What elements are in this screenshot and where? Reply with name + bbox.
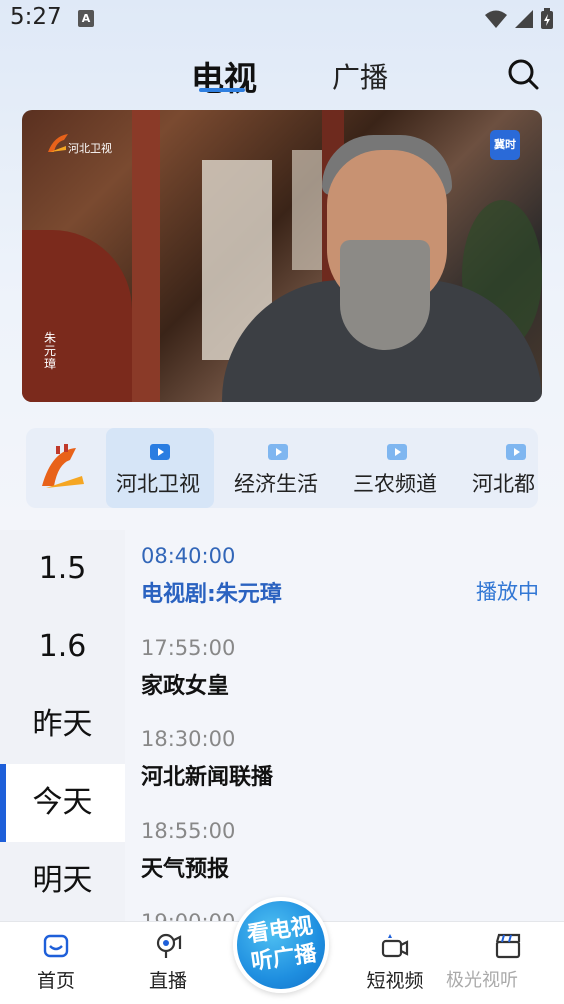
program-title: 家政女皇 — [141, 674, 230, 699]
tab-radio[interactable]: 广播 — [332, 56, 388, 96]
program-time: 17:55:00 — [141, 636, 236, 660]
center-button-label: 看电视听广播 — [245, 913, 319, 976]
channel-tab[interactable]: 河北都 — [462, 428, 538, 508]
nav-live-label: 直播 — [148, 970, 187, 992]
program-item[interactable]: 18:55:00 天气预报 — [141, 819, 551, 883]
watch-tv-listen-radio-button[interactable]: 看电视听广播 — [233, 897, 329, 993]
date-item[interactable]: 1.5 — [0, 530, 125, 608]
video-caption: 朱元璋 — [44, 331, 57, 371]
status-time: 5:27 — [10, 4, 62, 30]
date-item[interactable]: 明天 — [0, 842, 125, 920]
program-title: 河北新闻联播 — [141, 765, 274, 790]
tv-play-icon — [506, 444, 526, 460]
status-bar: 5:27 A — [0, 0, 564, 40]
date-list: 1.5 1.6 昨天 今天 明天 — [0, 530, 125, 922]
notification-icon: A — [78, 10, 94, 27]
nav-short-video[interactable]: 短视频 — [345, 922, 445, 1004]
wifi-icon — [485, 10, 507, 28]
tab-tv[interactable]: 电视 — [191, 52, 257, 100]
corner-badge: 冀时 — [490, 130, 520, 160]
tv-play-icon — [387, 444, 407, 460]
channel-logo-text: 河北卫视 — [68, 142, 112, 155]
home-icon — [43, 934, 69, 958]
channel-tab[interactable]: 三农频道 — [343, 428, 451, 508]
program-item[interactable]: 08:40:00 电视剧:朱元璋 播放中 — [141, 544, 551, 608]
video-player[interactable]: 河北卫视 冀时 朱元璋 — [22, 110, 542, 402]
top-tabs: 电视 广播 — [0, 48, 564, 100]
status-icons — [484, 8, 554, 30]
playing-status: 播放中 — [476, 580, 539, 604]
hebei-tv-logo-icon — [42, 444, 84, 488]
nav-home[interactable]: 首页 — [6, 922, 106, 1004]
nav-short-video-label: 短视频 — [366, 970, 424, 992]
program-time: 08:40:00 — [141, 544, 236, 568]
channel-logo-icon — [48, 134, 68, 152]
nav-live[interactable]: 直播 — [118, 922, 218, 1004]
tv-play-icon — [268, 444, 288, 460]
tab-tv-underline — [199, 88, 245, 92]
clapper-icon — [495, 933, 521, 959]
channel-tab[interactable]: 河北卫视 — [106, 428, 214, 508]
date-item[interactable]: 昨天 — [0, 686, 125, 764]
channel-strip: 河北卫视 经济生活 三农频道 河北都 — [26, 428, 538, 508]
video-scene-pillar — [132, 110, 160, 402]
date-item-today[interactable]: 今天 — [0, 764, 125, 842]
channel-label: 河北都 — [472, 472, 535, 496]
program-list: 08:40:00 电视剧:朱元璋 播放中 17:55:00 家政女皇 18:30… — [125, 530, 564, 922]
program-item[interactable]: 17:55:00 家政女皇 — [141, 636, 551, 700]
live-icon — [156, 933, 182, 958]
signal-icon — [515, 10, 533, 28]
tv-play-icon — [150, 444, 170, 460]
search-icon[interactable] — [505, 56, 541, 92]
video-scene-figure — [22, 230, 132, 402]
program-time: 18:30:00 — [141, 727, 236, 751]
nav-home-label: 首页 — [36, 970, 75, 992]
video-scene-figure — [340, 240, 430, 350]
channel-tab[interactable]: 经济生活 — [224, 428, 332, 508]
battery-icon — [541, 8, 553, 29]
program-item[interactable]: 18:30:00 河北新闻联播 — [141, 727, 551, 791]
date-item[interactable]: 1.6 — [0, 608, 125, 686]
video-camera-icon — [381, 934, 409, 958]
program-time: 18:55:00 — [141, 819, 236, 843]
nav-account[interactable]: 我的 — [458, 922, 558, 1004]
program-title: 天气预报 — [141, 857, 230, 882]
